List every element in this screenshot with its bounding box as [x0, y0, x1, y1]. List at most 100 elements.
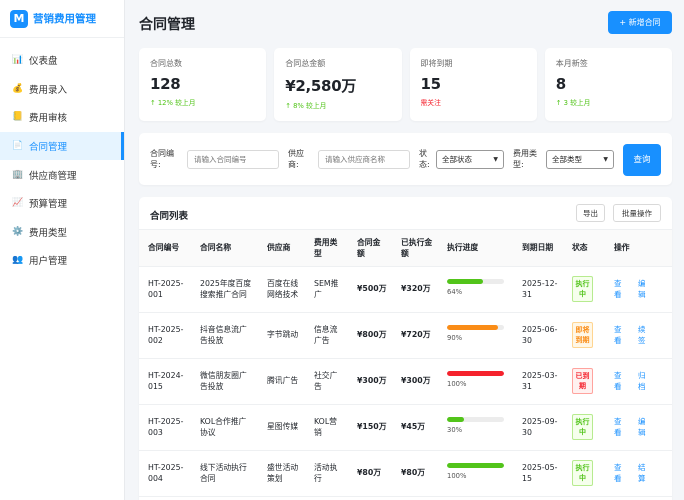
- batch-action-button[interactable]: 批量操作: [613, 204, 661, 222]
- action-link-secondary[interactable]: 续签: [638, 324, 648, 346]
- chevron-down-icon: ▼: [493, 156, 498, 163]
- bar-chart-icon: 📊: [12, 55, 24, 66]
- expense-type-cell: 社交广告: [305, 358, 348, 405]
- table-row: HT-2025-004 线下活动执行合同 盛世活动策划 活动执行 ¥80万 ¥80万 100…: [139, 450, 672, 497]
- type-label: 费用类型:: [513, 149, 537, 169]
- stat-card: 本月新签 8 ↑ 3 较上月: [544, 48, 672, 121]
- type-select-value: 全部类型: [552, 155, 582, 164]
- sidebar-item-label: 费用录入: [29, 84, 68, 96]
- action-link-secondary[interactable]: 归档: [638, 370, 648, 392]
- sidebar-item-4[interactable]: 📄 合同管理: [0, 131, 124, 161]
- sidebar-item-5[interactable]: 🏢 供应商管理: [0, 160, 124, 189]
- stat-card: 合同总金额 ¥2,580万 ↑ 8% 较上月: [274, 48, 402, 121]
- sidebar-item-7[interactable]: ⚙️ 费用类型: [0, 218, 124, 247]
- sidebar-item-label: 费用类型: [29, 227, 68, 239]
- sidebar-item-8[interactable]: 👥 用户管理: [0, 246, 124, 275]
- stat-value: 128: [150, 75, 181, 93]
- column-header: 已执行金额: [392, 230, 438, 267]
- action-link-view[interactable]: 查看: [614, 278, 624, 300]
- stat-trend: ↑ 8% 较上月: [285, 102, 327, 110]
- progress-bar: [447, 325, 504, 331]
- action-link-view[interactable]: 查看: [614, 462, 624, 484]
- contract-table-card: 合同列表 导出 批量操作 合同编号 合同名称 供应商 费用类型 合同金额 已执行金额 执行进…: [139, 197, 672, 500]
- supplier-input[interactable]: [318, 150, 410, 169]
- trend-chart-icon: 📈: [12, 198, 24, 209]
- progress-cell: 90%: [438, 312, 513, 359]
- stats-row: 合同总数 128 ↑ 12% 较上月 合同总金额 ¥2,580万 ↑ 8% 较上月 即将到期…: [139, 48, 672, 121]
- status-badge: 执行中: [572, 414, 593, 440]
- document-icon: 📄: [12, 141, 24, 152]
- actions-cell: 查看编辑: [605, 404, 672, 451]
- status-badge: 执行中: [572, 276, 593, 302]
- gear-icon: ⚙️: [12, 226, 24, 237]
- sidebar-item-3[interactable]: 📒 费用审核: [0, 103, 124, 132]
- column-header: 费用类型: [305, 230, 348, 267]
- status-cell: 执行中: [563, 266, 605, 313]
- status-badge: 执行中: [572, 460, 593, 486]
- action-link-view[interactable]: 查看: [614, 370, 624, 392]
- action-link-view[interactable]: 查看: [614, 324, 624, 346]
- stat-value: ¥2,580万: [285, 77, 357, 95]
- table-row: HT-2025-003 KOL合作推广协议 星图传媒 KOL营销 ¥150万 ¥45万 30…: [139, 404, 672, 451]
- actions-cell: 查看编辑: [605, 266, 672, 313]
- status-cell: 即将到期: [563, 312, 605, 359]
- sidebar-item-6[interactable]: 📈 预算管理: [0, 189, 124, 218]
- action-link-secondary[interactable]: 结算: [638, 462, 648, 484]
- status-badge: 已到期: [572, 368, 593, 394]
- supplier-cell: 盛世活动策划: [258, 450, 305, 497]
- action-link-view[interactable]: 查看: [614, 416, 624, 438]
- query-button[interactable]: 查询: [623, 144, 661, 176]
- stat-trend: ↑ 3 较上月: [555, 99, 591, 107]
- stat-label: 合同总金额: [285, 59, 326, 68]
- column-header: 合同名称: [191, 230, 258, 267]
- table-row: HT-2024-015 微信朋友圈广告投放 腾讯广告 社交广告 ¥300万 ¥300万 10…: [139, 358, 672, 405]
- expense-type-cell: 信息流广告: [305, 312, 348, 359]
- export-button[interactable]: 导出: [576, 204, 605, 222]
- progress-percent: 90%: [447, 334, 463, 343]
- contract-name-cell: 2025年度百度搜索推广合同: [191, 266, 258, 313]
- status-select[interactable]: 全部状态 ▼: [436, 150, 504, 169]
- sidebar-item-1[interactable]: 📊 仪表盘: [0, 46, 124, 75]
- progress-bar: [447, 417, 504, 423]
- contract-id-cell: HT-2025-003: [139, 404, 191, 451]
- actions-cell: 查看归档: [605, 358, 672, 405]
- progress-bar-fill: [447, 371, 504, 377]
- progress-bar-fill: [447, 325, 499, 331]
- sidebar-item-label: 供应商管理: [29, 170, 77, 182]
- new-contract-button[interactable]: + 新增合同: [608, 11, 672, 34]
- action-link-secondary[interactable]: 编辑: [638, 416, 648, 438]
- column-header: 状态: [563, 230, 605, 267]
- supplier-cell: 腾讯广告: [258, 358, 305, 405]
- chevron-down-icon: ▼: [603, 156, 608, 163]
- progress-bar: [447, 371, 504, 377]
- type-select[interactable]: 全部类型 ▼: [546, 150, 614, 169]
- executed-amount-cell: ¥720万: [392, 312, 438, 359]
- stat-trend: 需关注: [420, 99, 441, 107]
- column-header: 执行进度: [438, 230, 513, 267]
- status-cell: 执行中: [563, 450, 605, 497]
- contract-amount-cell: ¥800万: [348, 312, 392, 359]
- money-bag-icon: 💰: [12, 83, 24, 94]
- sidebar-item-2[interactable]: 💰 费用录入: [0, 75, 124, 104]
- contract-id-cell: HT-2025-001: [139, 266, 191, 313]
- stat-label: 合同总数: [150, 59, 182, 68]
- action-link-secondary[interactable]: 编辑: [638, 278, 648, 300]
- due-date-cell: 2025-09-30: [513, 404, 563, 451]
- due-date-cell: 2025-12-31: [513, 266, 563, 313]
- contract-no-label: 合同编号:: [150, 149, 174, 169]
- contract-name-cell: 线下活动执行合同: [191, 450, 258, 497]
- supplier-label: 供应商:: [288, 149, 304, 169]
- contract-amount-cell: ¥300万: [348, 358, 392, 405]
- sidebar-item-label: 仪表盘: [29, 56, 58, 68]
- page-title: 合同管理: [139, 17, 195, 33]
- contract-no-input[interactable]: [187, 150, 279, 169]
- progress-cell: 100%: [438, 450, 513, 497]
- due-date-cell: 2025-06-30: [513, 312, 563, 359]
- stat-trend: ↑ 12% 较上月: [150, 99, 196, 107]
- contract-amount-cell: ¥80万: [348, 450, 392, 497]
- progress-cell: 30%: [438, 404, 513, 451]
- filter-panel: 合同编号: 供应商: 状态: 全部状态 ▼ 费用类型: 全部类型 ▼ 查询: [139, 133, 672, 185]
- progress-percent: 100%: [447, 472, 467, 481]
- sidebar: M 营销费用管理 📊 仪表盘 💰 费用录入 📒 费用审核 📄 合同管理 🏢 供应商管理 📈 预算管理 ⚙…: [0, 0, 125, 500]
- progress-percent: 100%: [447, 380, 467, 389]
